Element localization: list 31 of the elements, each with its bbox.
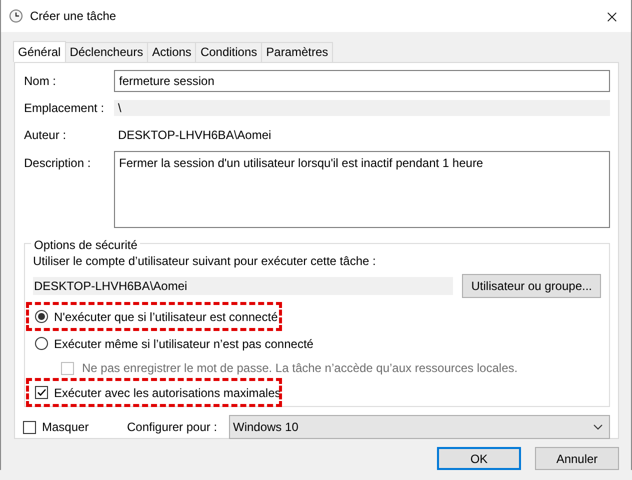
field-label: Configurer pour : <box>127 419 218 436</box>
checkbox[interactable] <box>23 420 36 434</box>
option-label: Ne pas enregistrer le mot de passe. La tâche n’accède qu’aux ressources locales. <box>82 360 518 377</box>
input-field[interactable]: fermeture session <box>114 70 610 92</box>
account-field: DESKTOP-LHVH6BA\Aomei <box>33 277 454 295</box>
field-label: Auteur : <box>24 127 68 144</box>
close-icon <box>607 12 617 22</box>
readonly-field: \ <box>114 100 610 116</box>
option-label: Exécuter même si l’utilisateur n’est pas connecté <box>54 336 314 352</box>
radio-button[interactable] <box>35 337 48 350</box>
checkbox-label: Masquer <box>42 419 90 436</box>
field-label: Nom : <box>24 73 58 90</box>
field-label: Emplacement : <box>24 100 106 117</box>
tab[interactable]: Paramètres <box>261 42 334 62</box>
prompt-text: Utiliser le compte d’utilisateur suivant pour exécuter cette tâche : <box>33 253 377 270</box>
dropdown[interactable]: Windows 10 <box>229 415 610 439</box>
option-label: Exécuter avec les autorisations maximales <box>54 384 281 402</box>
window-title: Créer une tâche <box>30 8 116 25</box>
cancel-button[interactable]: Annuler <box>535 447 619 470</box>
field-value: DESKTOP-LHVH6BA\Aomei <box>117 127 272 144</box>
caret-icon <box>593 424 603 430</box>
clock-icon <box>9 9 23 23</box>
checkbox[interactable] <box>35 386 48 399</box>
tab[interactable]: Général <box>13 41 66 62</box>
dropdown-value: Windows 10 <box>233 419 298 436</box>
field-label: Description : <box>24 155 92 172</box>
radio-button[interactable] <box>35 310 48 323</box>
user-group-button[interactable]: Utilisateur ou groupe... <box>462 274 601 298</box>
description-field[interactable]: Fermer la session d'un utilisateur lorsqu'il est inactif pendant 1 heure <box>114 151 610 228</box>
option-label: N'exécuter que si l’utilisateur est connecté <box>54 308 278 326</box>
ok-button[interactable]: OK <box>437 447 521 470</box>
